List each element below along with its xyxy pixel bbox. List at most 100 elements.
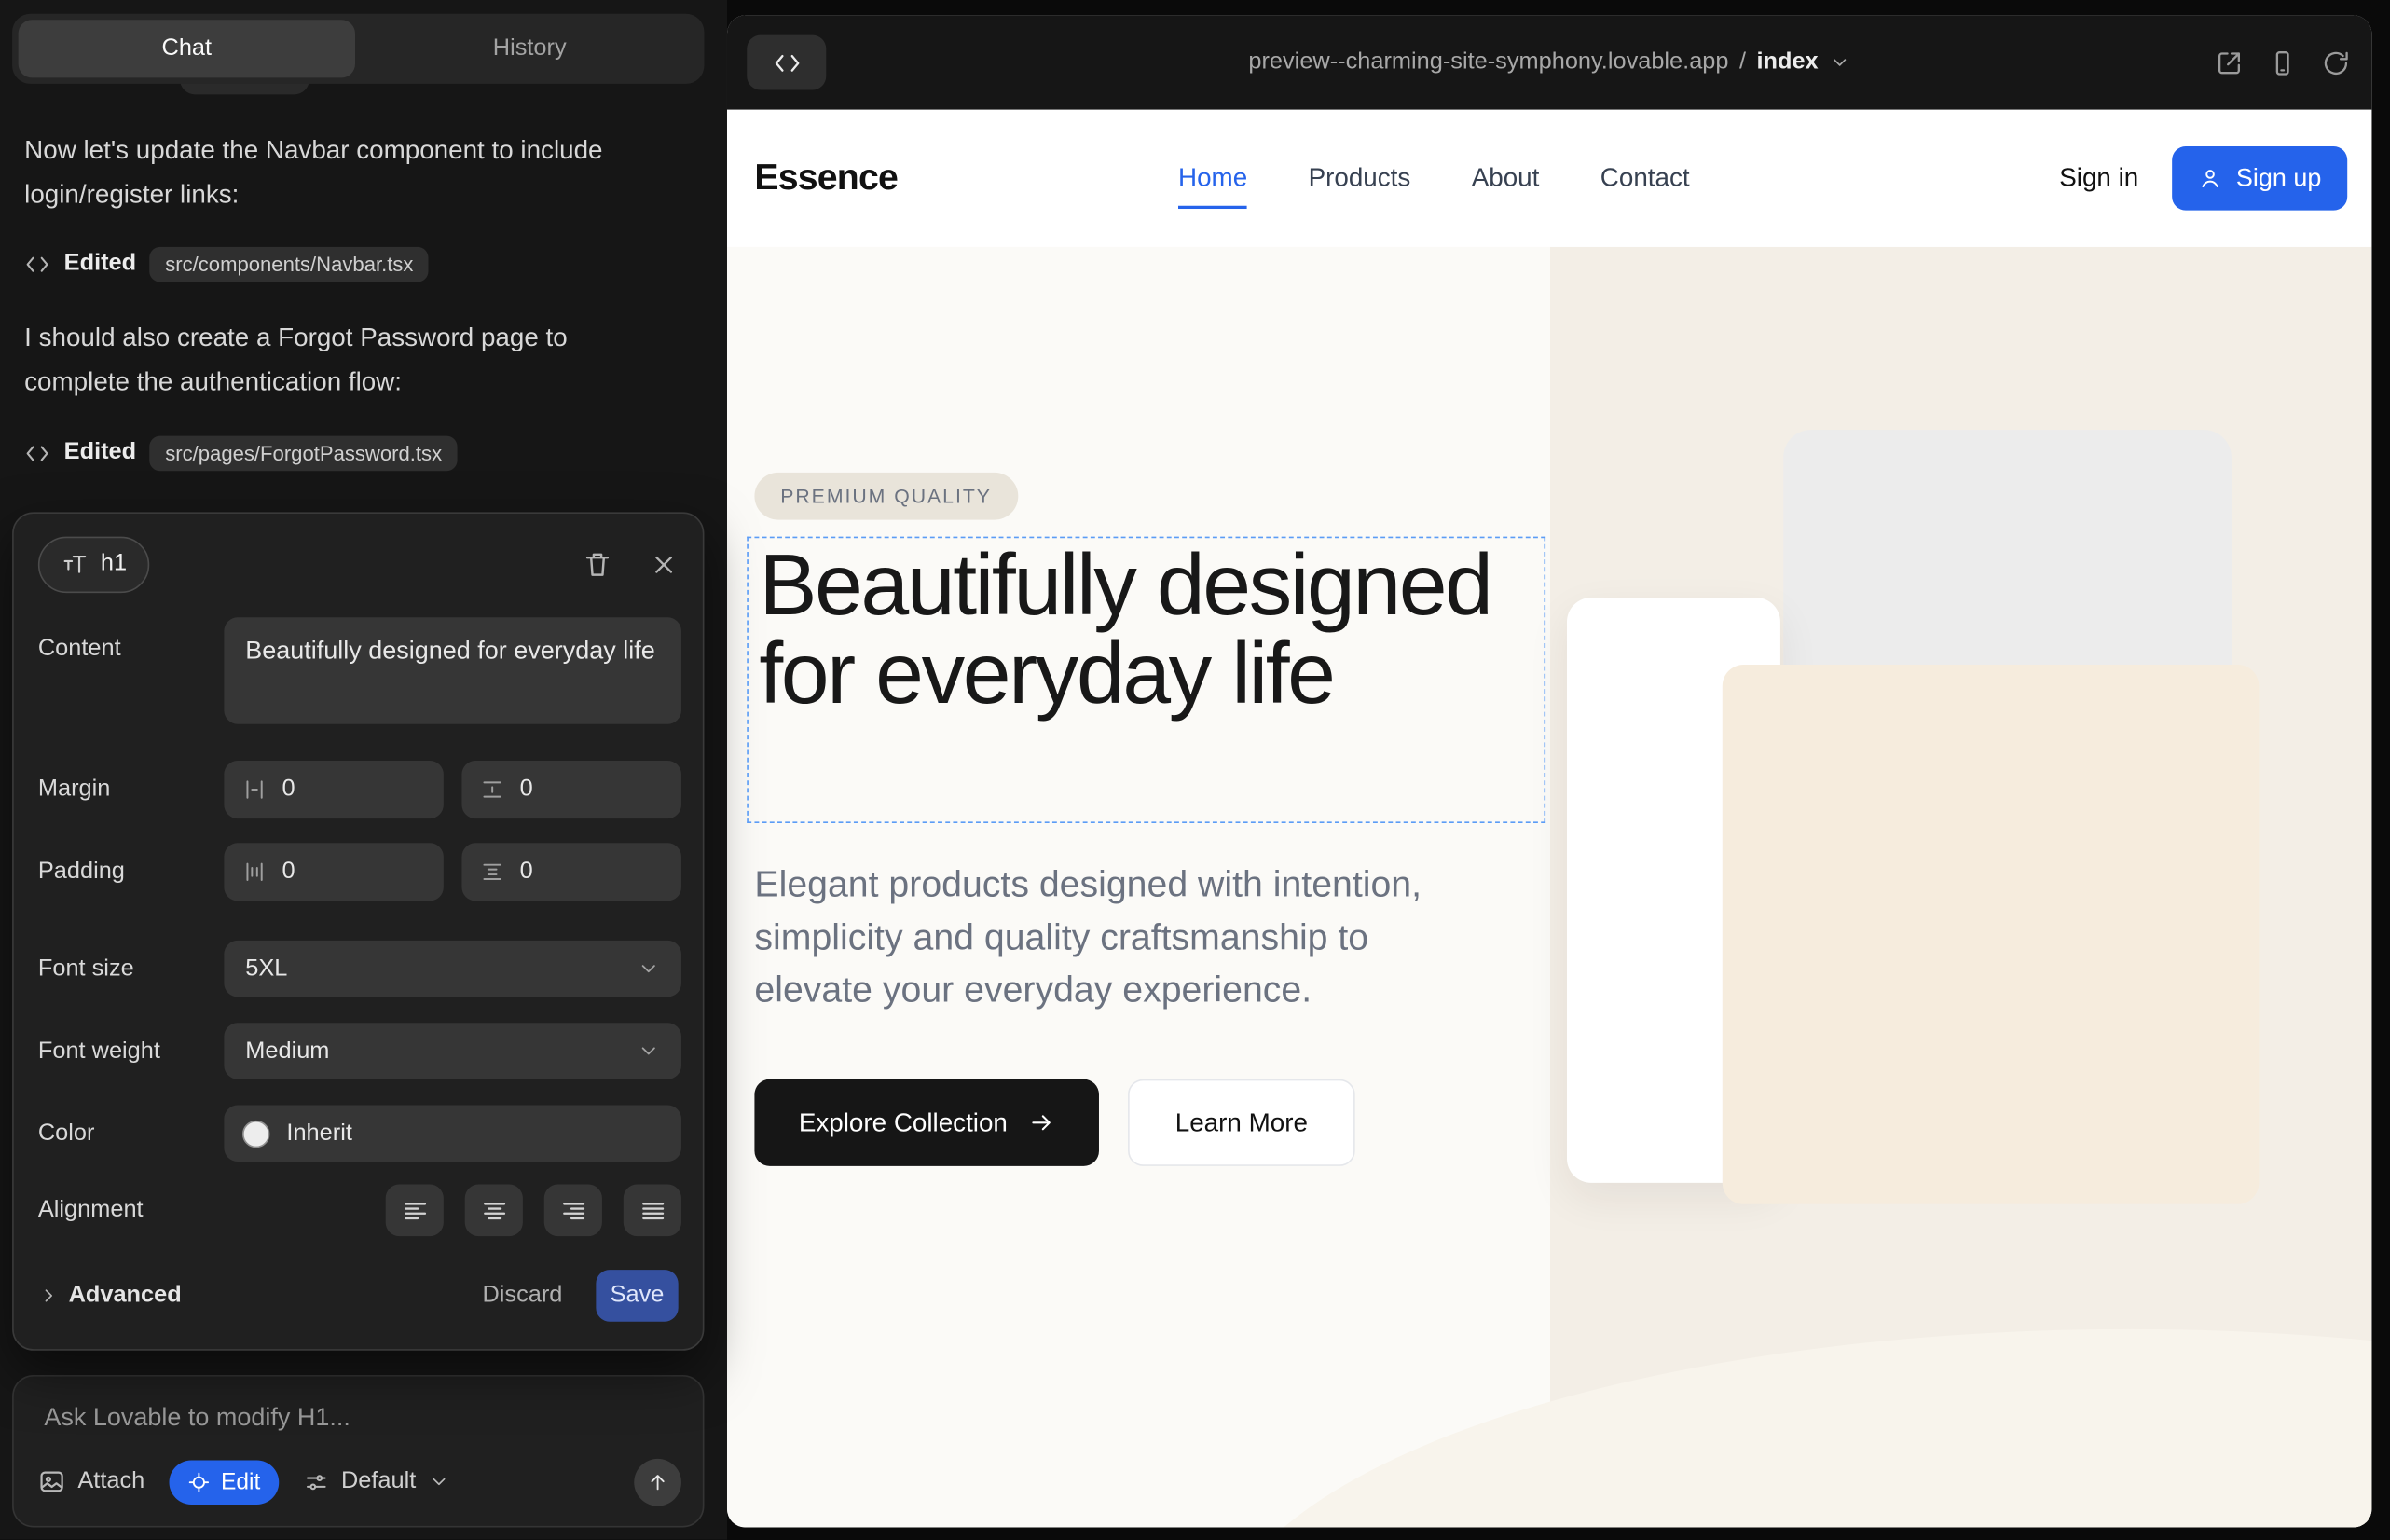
padding-x-input[interactable]	[282, 859, 374, 886]
padding-y-icon	[480, 859, 504, 884]
sign-in-link[interactable]: Sign in	[2059, 163, 2138, 194]
preview-url: preview--charming-site-symphony.lovable.…	[1248, 48, 1728, 76]
font-size-select[interactable]: 5XL	[224, 941, 681, 997]
color-swatch	[242, 1120, 269, 1147]
hero-cta-row: Explore Collection Learn More	[754, 1079, 1354, 1166]
font-size-label: Font size	[38, 956, 134, 983]
align-center-button[interactable]	[465, 1185, 523, 1237]
chat-message: I should also create a Forgot Password p…	[24, 315, 631, 404]
text-size-icon	[61, 550, 88, 577]
url-path: index	[1756, 48, 1818, 76]
attach-button[interactable]: Attach	[38, 1468, 144, 1495]
nav-link-about[interactable]: About	[1472, 163, 1540, 194]
advanced-toggle[interactable]: Advanced	[38, 1282, 182, 1309]
file-badge[interactable]: src/pages/ForgotPassword.tsx	[150, 435, 458, 471]
decor-card-cream	[1723, 665, 2260, 1204]
content-input[interactable]: Beautifully designed for everyday life	[224, 617, 681, 723]
url-separator: /	[1739, 48, 1746, 76]
site-nav-actions: Sign in Sign up	[2059, 146, 2347, 211]
font-size-value: 5XL	[245, 955, 287, 982]
chevron-right-icon	[38, 1285, 60, 1306]
element-tag-chip[interactable]: h1	[38, 536, 150, 593]
file-badge[interactable]: src/components/Navbar.tsx	[150, 246, 429, 282]
chevron-down-icon	[638, 1039, 661, 1063]
align-left-icon	[400, 1196, 429, 1225]
padding-y-input[interactable]	[520, 859, 611, 886]
sliders-icon	[303, 1469, 329, 1495]
chat-panel: Chat History Now let's update the Navbar…	[0, 0, 727, 1540]
preview-window: preview--charming-site-symphony.lovable.…	[727, 15, 2371, 1527]
tab-history[interactable]: History	[362, 20, 698, 77]
color-select[interactable]: Inherit	[224, 1106, 681, 1162]
chevron-down-icon	[638, 957, 661, 981]
edited-label: Edited	[64, 439, 136, 466]
refresh-icon[interactable]	[2321, 48, 2350, 77]
margin-inputs	[224, 761, 681, 818]
edit-mode-button[interactable]: Edit	[169, 1460, 279, 1504]
align-left-button[interactable]	[386, 1185, 444, 1237]
nav-link-products[interactable]: Products	[1309, 163, 1411, 194]
attach-label: Attach	[77, 1468, 144, 1495]
align-justify-button[interactable]	[624, 1185, 681, 1237]
nav-link-contact[interactable]: Contact	[1600, 163, 1690, 194]
mobile-preview-icon[interactable]	[2268, 48, 2297, 77]
editor-footer: Advanced Discard Save	[38, 1270, 679, 1322]
discard-button[interactable]: Discard	[482, 1282, 562, 1309]
learn-more-button[interactable]: Learn More	[1128, 1079, 1355, 1166]
margin-y-input[interactable]	[520, 776, 611, 803]
align-center-icon	[479, 1196, 508, 1225]
padding-label: Padding	[38, 859, 125, 886]
color-label: Color	[38, 1121, 95, 1148]
margin-y-icon	[480, 777, 504, 802]
open-external-icon[interactable]	[2215, 48, 2244, 77]
composer-input[interactable]	[44, 1404, 653, 1433]
margin-x-field[interactable]	[224, 761, 443, 818]
tab-chat[interactable]: Chat	[19, 20, 355, 77]
edited-file-row: Edited src/pages/ForgotPassword.tsx	[24, 433, 457, 473]
image-icon	[38, 1468, 65, 1495]
padding-x-icon	[242, 859, 267, 884]
chevron-down-icon	[428, 1471, 449, 1492]
url-bar[interactable]: preview--charming-site-symphony.lovable.…	[727, 15, 2371, 109]
composer: Attach Edit Default	[12, 1375, 704, 1528]
default-mode-button[interactable]: Default	[303, 1468, 449, 1495]
edited-file-row: Edited src/components/Navbar.tsx	[24, 244, 429, 284]
padding-x-field[interactable]	[224, 843, 443, 901]
margin-y-field[interactable]	[461, 761, 680, 818]
padding-y-field[interactable]	[461, 843, 680, 901]
alignment-buttons	[224, 1185, 681, 1237]
chat-message: Now let's update the Navbar component to…	[24, 128, 631, 216]
sign-up-button[interactable]: Sign up	[2172, 146, 2347, 211]
hero-badge: PREMIUM QUALITY	[754, 473, 1017, 520]
panel-tabs: Chat History	[12, 14, 704, 84]
selected-element-outline[interactable]: Beautifully designed for everyday life	[747, 537, 1545, 823]
font-weight-select[interactable]: Medium	[224, 1023, 681, 1079]
crosshair-icon	[187, 1470, 211, 1493]
content-label: Content	[38, 636, 121, 663]
preview-chrome-bar: preview--charming-site-symphony.lovable.…	[727, 15, 2371, 109]
send-button[interactable]	[634, 1458, 681, 1506]
editor-header: h1	[38, 535, 679, 593]
save-button[interactable]: Save	[596, 1270, 678, 1322]
arrow-up-icon	[646, 1470, 669, 1493]
edited-label: Edited	[64, 250, 136, 277]
sign-up-label: Sign up	[2236, 164, 2322, 193]
app-root: Chat History Now let's update the Navbar…	[0, 0, 2390, 1540]
user-icon	[2198, 166, 2222, 190]
margin-x-input[interactable]	[282, 776, 374, 803]
hero-description: Elegant products designed with intention…	[754, 859, 1489, 1017]
code-icon	[24, 440, 50, 466]
element-editor-card: h1 Content Beautifully designed for ever…	[12, 512, 704, 1350]
margin-label: Margin	[38, 776, 110, 803]
arrow-right-icon	[1029, 1109, 1055, 1135]
close-icon[interactable]	[650, 549, 679, 578]
code-icon	[24, 251, 50, 277]
site-brand[interactable]: Essence	[754, 157, 898, 199]
explore-collection-button[interactable]: Explore Collection	[754, 1079, 1099, 1166]
align-right-button[interactable]	[544, 1185, 602, 1237]
site-nav-links: Home Products About Contact	[1178, 163, 1690, 194]
edit-mode-label: Edit	[221, 1469, 260, 1495]
trash-icon[interactable]	[583, 549, 613, 580]
hero-heading[interactable]: Beautifully designed for everyday life	[749, 538, 1545, 721]
nav-link-home[interactable]: Home	[1178, 163, 1247, 194]
